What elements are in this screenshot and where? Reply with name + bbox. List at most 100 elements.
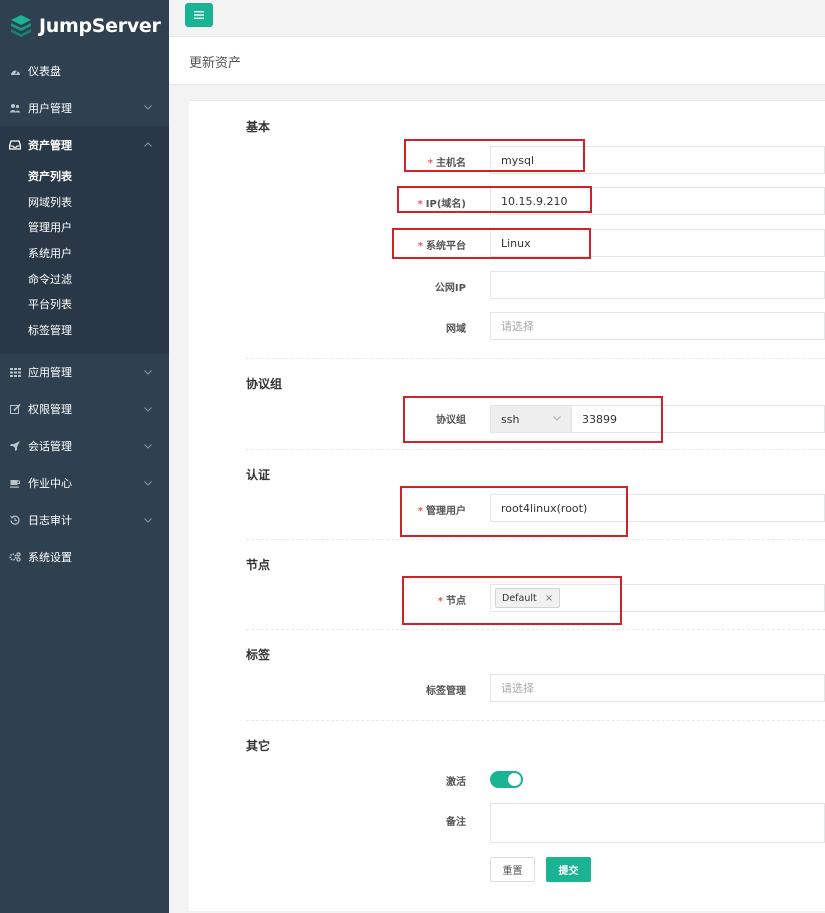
users-icon <box>9 102 21 114</box>
tag-remove-icon[interactable]: × <box>545 593 553 604</box>
hostname-label: * 主机名 <box>427 158 466 169</box>
section-title-auth: 认证 <box>246 468 271 482</box>
node-tag-label: Default <box>502 592 537 604</box>
section-title-labels: 标签 <box>246 648 271 662</box>
submenu-item-label-management[interactable]: 标签管理 <box>0 317 169 343</box>
admin-user-select[interactable]: root4linux(root) <box>490 494 825 522</box>
coffee-icon <box>9 477 21 489</box>
ip-input[interactable]: 10.15.9.210 <box>490 187 825 215</box>
submenu-item-platform-list[interactable]: 平台列表 <box>0 291 169 317</box>
app-name: JumpServer <box>39 15 161 37</box>
sidebar-item-users[interactable]: 用户管理 <box>0 89 169 126</box>
sidebar-item-label: 作业中心 <box>28 477 72 491</box>
sidebar-item-assets[interactable]: 资产管理 <box>0 126 169 163</box>
section-divider <box>246 629 825 630</box>
topbar <box>169 0 825 37</box>
section-divider <box>246 539 825 540</box>
active-label: 激活 <box>446 777 466 788</box>
reset-button[interactable]: 重置 <box>490 857 535 882</box>
platform-label: * 系统平台 <box>417 241 466 252</box>
sidebar-item-label: 用户管理 <box>28 101 72 115</box>
chevron-down-icon <box>144 405 152 415</box>
active-toggle[interactable] <box>490 771 523 788</box>
grid-icon <box>9 366 21 378</box>
section-title-nodes: 节点 <box>246 558 271 572</box>
label-mgmt-select[interactable]: 请选择 <box>490 674 825 702</box>
inbox-icon <box>9 139 21 151</box>
sidebar: JumpServer 仪表盘 用户管理 资产管理 资产列表 网域列表 管理用户 … <box>0 0 169 913</box>
asset-form: 基本 * 主机名 mysql * IP(域名) 10.15.9.210 * 系统平台 … <box>189 100 825 911</box>
comment-label: 备注 <box>446 817 466 828</box>
sidebar-item-label: 权限管理 <box>28 403 72 417</box>
sidebar-item-label: 应用管理 <box>28 366 72 380</box>
chevron-down-icon <box>144 103 152 113</box>
history-icon <box>9 514 21 526</box>
comment-textarea[interactable] <box>490 803 825 843</box>
chevron-up-icon <box>144 140 152 150</box>
ip-label: * IP(域名) <box>417 199 466 210</box>
sidebar-item-settings[interactable]: 系统设置 <box>0 539 169 576</box>
rocket-icon <box>9 440 21 452</box>
sidebar-item-dashboard[interactable]: 仪表盘 <box>0 52 169 89</box>
domain-label: 网域 <box>446 324 466 335</box>
submenu-item-domain-list[interactable]: 网域列表 <box>0 189 169 215</box>
protocol-name: ssh <box>501 412 520 426</box>
protocol-port-input[interactable]: 33899 <box>572 405 825 433</box>
hostname-input[interactable]: mysql <box>490 146 825 174</box>
public-ip-input[interactable] <box>490 271 825 299</box>
admin-user-label: * 管理用户 <box>417 506 466 517</box>
section-divider <box>246 449 825 450</box>
sidebar-item-label: 会话管理 <box>28 440 72 454</box>
submenu-item-command-filters[interactable]: 命令过滤 <box>0 266 169 292</box>
protocol-label: 协议组 <box>436 415 466 426</box>
menu-icon <box>194 8 204 22</box>
section-divider <box>246 720 825 721</box>
sidebar-item-label: 系统设置 <box>28 551 72 565</box>
sidebar-item-applications[interactable]: 应用管理 <box>0 354 169 391</box>
node-select[interactable]: Default × <box>490 584 825 612</box>
required-mark: * <box>437 596 443 607</box>
page-title: 更新资产 <box>189 56 242 71</box>
platform-select[interactable]: Linux <box>490 229 825 257</box>
label-mgmt-label: 标签管理 <box>426 686 466 697</box>
dashboard-icon <box>9 65 21 77</box>
assets-submenu: 资产列表 网域列表 管理用户 系统用户 命令过滤 平台列表 标签管理 <box>0 163 169 354</box>
gears-icon <box>9 551 21 563</box>
section-title-basic: 基本 <box>246 120 271 134</box>
sidebar-item-audits[interactable]: 日志审计 <box>0 502 169 539</box>
sidebar-item-sessions[interactable]: 会话管理 <box>0 428 169 465</box>
protocol-group: ssh 33899 <box>490 405 825 433</box>
required-mark: * <box>417 199 423 210</box>
node-tag: Default × <box>495 588 561 608</box>
logo[interactable]: JumpServer <box>0 0 169 52</box>
chevron-down-icon <box>144 442 152 452</box>
section-title-other: 其它 <box>246 739 271 753</box>
submenu-item-system-users[interactable]: 系统用户 <box>0 240 169 266</box>
page-heading: 更新资产 <box>169 37 825 85</box>
sidebar-item-label: 日志审计 <box>28 514 72 528</box>
submenu-item-asset-list[interactable]: 资产列表 <box>0 163 169 189</box>
sidebar-item-label: 仪表盘 <box>28 64 61 78</box>
protocol-select[interactable]: ssh <box>490 405 572 433</box>
edit-icon <box>9 403 21 415</box>
public-ip-label: 公网IP <box>434 283 466 294</box>
jumpserver-logo-icon <box>9 14 33 38</box>
chevron-down-icon <box>553 414 561 424</box>
node-label: * 节点 <box>437 596 466 607</box>
chevron-down-icon <box>144 479 152 489</box>
toggle-knob <box>508 773 521 786</box>
section-divider <box>246 358 825 359</box>
sidebar-item-jobs[interactable]: 作业中心 <box>0 465 169 502</box>
submenu-item-admin-users[interactable]: 管理用户 <box>0 214 169 240</box>
domain-select[interactable]: 请选择 <box>490 312 825 340</box>
sidebar-item-label: 资产管理 <box>28 138 72 152</box>
section-title-protocols: 协议组 <box>246 377 283 391</box>
submit-button[interactable]: 提交 <box>546 857 591 882</box>
chevron-down-icon <box>144 368 152 378</box>
required-mark: * <box>417 506 423 517</box>
chevron-down-icon <box>144 516 152 526</box>
required-mark: * <box>417 241 423 252</box>
required-mark: * <box>427 158 433 169</box>
sidebar-toggle-button[interactable] <box>185 3 213 27</box>
sidebar-item-permissions[interactable]: 权限管理 <box>0 391 169 428</box>
